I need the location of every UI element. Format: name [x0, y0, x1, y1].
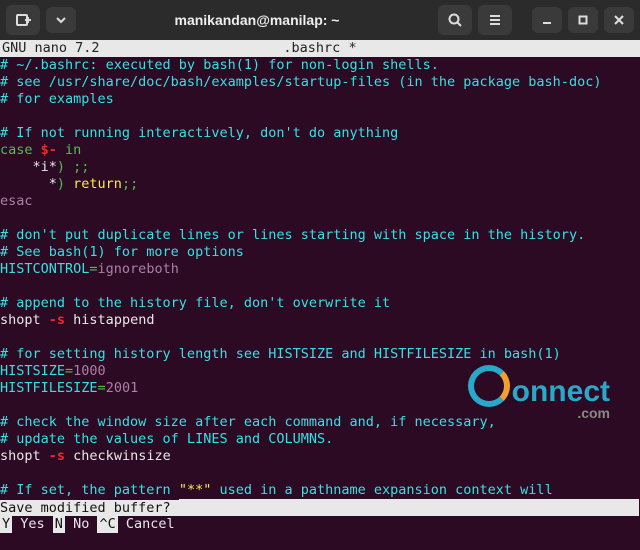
save-prompt: Save modified buffer?	[0, 499, 640, 516]
modified-indicator: *	[348, 40, 356, 56]
window-title: manikandan@manilap: ~	[82, 12, 432, 28]
prompt-question: Save modified buffer?	[0, 500, 179, 516]
nano-version: GNU nano 7.2	[2, 40, 100, 57]
menu-button[interactable]	[478, 5, 512, 35]
no-label: No	[65, 516, 89, 532]
terminal-editor[interactable]: GNU nano 7.2 .bashrc * # ~/.bashrc: exec…	[0, 40, 640, 550]
maximize-button[interactable]	[568, 7, 598, 33]
window-controls	[532, 7, 634, 33]
minimize-button[interactable]	[532, 7, 562, 33]
yes-label: Yes	[12, 516, 45, 532]
tab-dropdown-button[interactable]	[46, 7, 76, 33]
cancel-key[interactable]: ^C	[97, 516, 117, 533]
prompt-options: Y Yes N No ^C Cancel	[0, 516, 640, 533]
no-key[interactable]: N	[53, 516, 65, 533]
close-button[interactable]	[604, 7, 634, 33]
titlebar: manikandan@manilap: ~	[0, 0, 640, 40]
nano-filename: .bashrc	[283, 40, 340, 56]
nano-header: GNU nano 7.2 .bashrc *	[0, 40, 640, 57]
search-button[interactable]	[438, 5, 472, 35]
new-tab-button[interactable]	[6, 5, 40, 35]
file-content: # ~/.bashrc: executed by bash(1) for non…	[0, 57, 640, 499]
yes-key[interactable]: Y	[0, 516, 12, 533]
cancel-label: Cancel	[118, 516, 175, 532]
